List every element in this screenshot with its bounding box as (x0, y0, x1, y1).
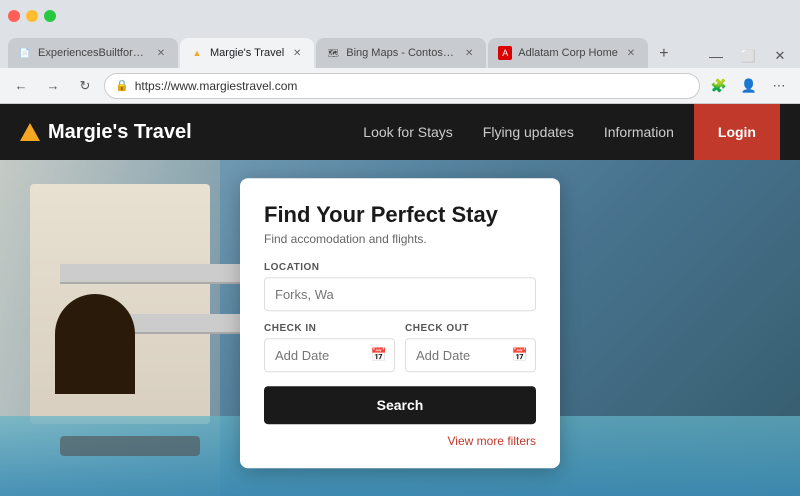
checkin-input-wrap: 📅 (264, 338, 395, 372)
browser-nav-right: 🧩 👤 ⋯ (706, 73, 792, 99)
minimize-window-btn[interactable] (26, 10, 38, 22)
location-input[interactable] (264, 277, 536, 311)
refresh-button[interactable]: ↻ (72, 73, 98, 99)
card-title: Find Your Perfect Stay (264, 202, 536, 228)
tab-experiences[interactable]: 📄 ExperiencesBuiltforFocus.pdf ✕ (8, 38, 178, 68)
tab-favicon-bing: 🗺 (326, 46, 340, 60)
page-content: Margie's Travel Look for Stays Flying up… (0, 104, 800, 496)
tab-favicon-margies: ▲ (190, 46, 204, 60)
location-label: LOCATION (264, 262, 536, 273)
scenery-lounger (60, 436, 200, 456)
close-browser-btn[interactable]: ✕ (768, 44, 792, 68)
checkin-input[interactable] (264, 338, 395, 372)
nav-link-flying-updates[interactable]: Flying updates (483, 124, 574, 140)
extensions-button[interactable]: 🧩 (706, 73, 732, 99)
location-group: LOCATION (264, 262, 536, 311)
address-bar[interactable]: 🔒 https://www.margiestravel.com (104, 73, 700, 99)
tab-close-adlatam[interactable]: ✕ (624, 46, 638, 60)
checkout-input[interactable] (405, 338, 536, 372)
scenery-arch (55, 294, 135, 394)
tab-adlatam[interactable]: A Adlatam Corp Home ✕ (488, 38, 648, 68)
new-tab-button[interactable]: + (650, 40, 678, 68)
tab-favicon-adlatam: A (498, 46, 512, 60)
search-button[interactable]: Search (264, 386, 536, 424)
checkout-group: CHECK OUT 📅 (405, 323, 536, 372)
browser-chrome: 📄 ExperiencesBuiltforFocus.pdf ✕ ▲ Margi… (0, 0, 800, 104)
tab-label-margies: Margie's Travel (210, 47, 284, 59)
close-window-btn[interactable] (8, 10, 20, 22)
checkin-label: CHECK IN (264, 323, 395, 334)
tab-close-margies[interactable]: ✕ (290, 46, 304, 60)
tab-close-experiences[interactable]: ✕ (154, 46, 168, 60)
nav-link-information[interactable]: Information (604, 124, 674, 140)
date-row: CHECK IN 📅 CHECK OUT 📅 (264, 323, 536, 372)
tab-label-bing: Bing Maps - Contosio HQ (346, 47, 456, 59)
title-bar (0, 0, 800, 32)
tab-bing-maps[interactable]: 🗺 Bing Maps - Contosio HQ ✕ (316, 38, 486, 68)
maximize-window-btn[interactable] (44, 10, 56, 22)
profile-button[interactable]: 👤 (736, 73, 762, 99)
restore-browser-btn[interactable]: ⬜ (736, 44, 760, 68)
nav-links: Look for Stays Flying updates Informatio… (363, 124, 674, 140)
forward-button[interactable]: → (40, 73, 66, 99)
url-text: https://www.margiestravel.com (135, 79, 689, 93)
tab-label-experiences: ExperiencesBuiltforFocus.pdf (38, 47, 148, 59)
tab-margies-travel[interactable]: ▲ Margie's Travel ✕ (180, 38, 314, 68)
browser-nav-bar: ← → ↻ 🔒 https://www.margiestravel.com 🧩 … (0, 68, 800, 104)
logo-text: Margie's Travel (48, 121, 192, 144)
tabs-bar: 📄 ExperiencesBuiltforFocus.pdf ✕ ▲ Margi… (0, 32, 800, 68)
tab-label-adlatam: Adlatam Corp Home (518, 47, 618, 59)
checkin-group: CHECK IN 📅 (264, 323, 395, 372)
search-card: Find Your Perfect Stay Find accomodation… (240, 178, 560, 468)
balcony-top (60, 264, 240, 284)
site-logo: Margie's Travel (20, 121, 192, 144)
login-button[interactable]: Login (694, 104, 780, 160)
card-subtitle: Find accomodation and flights. (264, 232, 536, 246)
site-navbar: Margie's Travel Look for Stays Flying up… (0, 104, 800, 160)
view-more-filters[interactable]: View more filters (264, 434, 536, 448)
checkout-input-wrap: 📅 (405, 338, 536, 372)
nav-link-look-for-stays[interactable]: Look for Stays (363, 124, 453, 140)
logo-triangle-icon (20, 123, 40, 141)
tab-close-bing[interactable]: ✕ (462, 46, 476, 60)
checkout-label: CHECK OUT (405, 323, 536, 334)
lock-icon: 🔒 (115, 79, 129, 92)
minimize-browser-btn[interactable]: — (704, 44, 728, 68)
back-button[interactable]: ← (8, 73, 34, 99)
settings-button[interactable]: ⋯ (766, 73, 792, 99)
tab-favicon-experiences: 📄 (18, 46, 32, 60)
